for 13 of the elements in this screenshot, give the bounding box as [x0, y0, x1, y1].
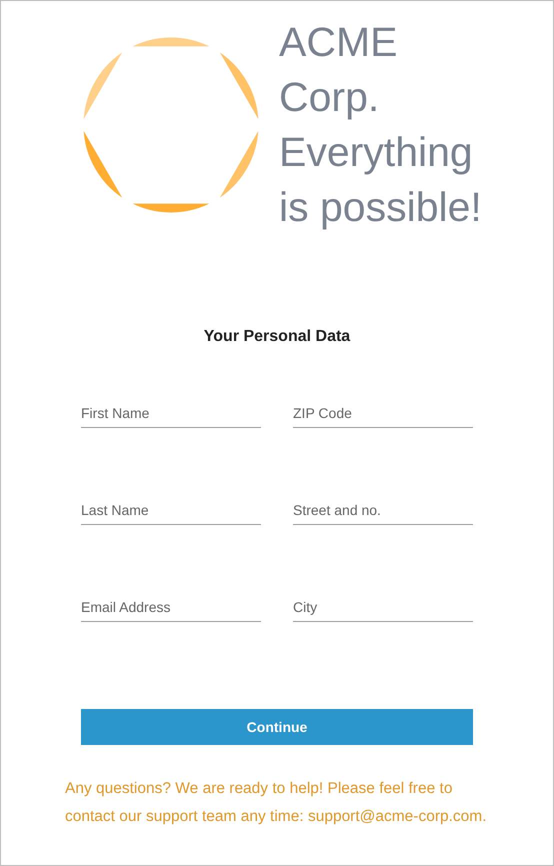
text-field[interactable]: Email Address — [81, 593, 261, 622]
support-message: Any questions? We are ready to help! Please feel free to contact our support team any time: support@acme-corp.com. — [65, 779, 488, 827]
text-field[interactable]: First Name — [81, 399, 261, 428]
text-field[interactable]: Street and no. — [293, 496, 473, 525]
brand-tagline: ACME — [279, 18, 398, 67]
text-field[interactable]: ZIP Code — [293, 399, 473, 428]
form-title: Your Personal Data — [204, 327, 350, 347]
text-field[interactable]: City — [293, 593, 473, 622]
continue-button[interactable]: Continue — [81, 709, 473, 745]
text-field[interactable]: Last Name — [81, 496, 261, 525]
brand-tagline: is possible! — [279, 183, 482, 232]
brand-tagline: Everything — [279, 128, 474, 177]
brand-tagline: Corp. — [279, 73, 380, 122]
